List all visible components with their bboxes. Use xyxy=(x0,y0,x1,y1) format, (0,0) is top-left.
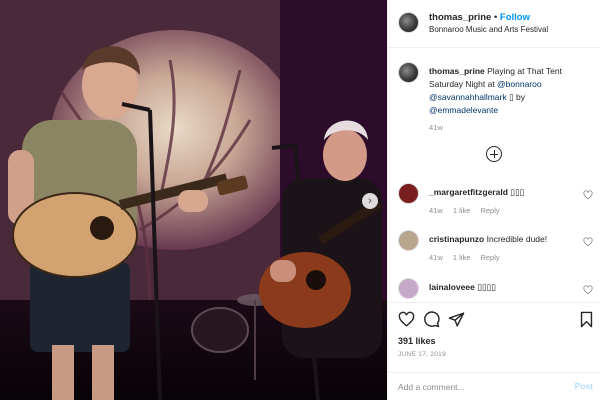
comment-like-heart-icon[interactable] xyxy=(583,285,593,295)
concert-photo-illustration xyxy=(0,0,387,400)
comment-item: cristinapunzo Incredible dude! 41w 1 lik… xyxy=(398,230,593,270)
post-side-panel: thomas_prine • Follow Bonnaroo Music and… xyxy=(387,0,600,400)
comment-reply-button[interactable]: Reply xyxy=(480,206,499,215)
paper-plane-icon[interactable] xyxy=(448,311,465,328)
post-date: JUNE 17, 2019 xyxy=(398,351,446,358)
follow-separator: • xyxy=(493,12,498,23)
mention-savannahhallmark[interactable]: @savannahhallmark xyxy=(429,92,507,102)
comment-body: ▯▯▯▯ xyxy=(477,282,496,292)
comment-item: lainaloveee ▯▯▯▯ xyxy=(398,278,593,302)
comment-item: _margaretfitzgerald ▯▯▯ 41w 1 like Reply xyxy=(398,183,593,223)
comment-like-heart-icon[interactable] xyxy=(583,237,593,247)
location-link[interactable]: Bonnaroo Music and Arts Festival xyxy=(429,25,548,34)
comment-text: cristinapunzo Incredible dude! xyxy=(429,234,547,244)
likes-count[interactable]: 391 likes xyxy=(398,336,436,346)
post-actions: 391 likes JUNE 17, 2019 xyxy=(388,302,600,372)
comment-username[interactable]: _margaretfitzgerald xyxy=(429,187,508,197)
comment-body: Incredible dude! xyxy=(486,234,548,244)
commenter-avatar[interactable] xyxy=(398,278,419,299)
comment-likes[interactable]: 1 like xyxy=(453,253,471,262)
bookmark-icon[interactable] xyxy=(578,311,595,328)
load-more-comments-icon[interactable] xyxy=(486,146,502,162)
caption-timestamp: 41w xyxy=(429,123,443,132)
comment-text: _margaretfitzgerald ▯▯▯ xyxy=(429,187,524,198)
caption-by: by xyxy=(513,92,526,102)
comment-meta: 41w 1 like Reply xyxy=(429,206,508,215)
comment-username[interactable]: lainaloveee xyxy=(429,282,475,292)
author-avatar[interactable] xyxy=(398,12,419,33)
comment-reply-button[interactable]: Reply xyxy=(480,253,499,262)
comment-like-heart-icon[interactable] xyxy=(583,190,593,200)
comment-username[interactable]: cristinapunzo xyxy=(429,234,484,244)
author-line: thomas_prine • Follow xyxy=(429,12,530,23)
follow-button[interactable]: Follow xyxy=(500,12,530,23)
heart-icon[interactable] xyxy=(398,311,415,328)
comment-time: 41w xyxy=(429,253,443,262)
caption-author-avatar[interactable] xyxy=(398,62,419,83)
commenter-avatar[interactable] xyxy=(398,230,419,251)
post-comment-button[interactable]: Post xyxy=(575,381,593,391)
comment-icon[interactable] xyxy=(423,311,440,328)
post-header: thomas_prine • Follow Bonnaroo Music and… xyxy=(388,0,600,48)
comment-likes[interactable]: 1 like xyxy=(453,206,471,215)
comment-input[interactable] xyxy=(398,379,558,395)
mention-bonnaroo[interactable]: @bonnaroo xyxy=(497,79,542,89)
carousel-next-button[interactable]: › xyxy=(362,193,378,209)
comment-text: lainaloveee ▯▯▯▯ xyxy=(429,282,496,293)
caption-username[interactable]: thomas_prine xyxy=(429,66,485,76)
caption-text: thomas_prine Playing at That Tent Saturd… xyxy=(429,65,589,117)
comment-body: ▯▯▯ xyxy=(510,187,525,197)
commenter-avatar[interactable] xyxy=(398,183,419,204)
post-photo[interactable]: › xyxy=(0,0,387,400)
author-username[interactable]: thomas_prine xyxy=(429,12,491,23)
comment-meta: 41w 1 like Reply xyxy=(429,253,508,262)
comment-time: 41w xyxy=(429,206,443,215)
mention-emmadelevante[interactable]: @emmadelevante xyxy=(429,105,498,115)
add-comment-bar: Post xyxy=(388,372,600,400)
